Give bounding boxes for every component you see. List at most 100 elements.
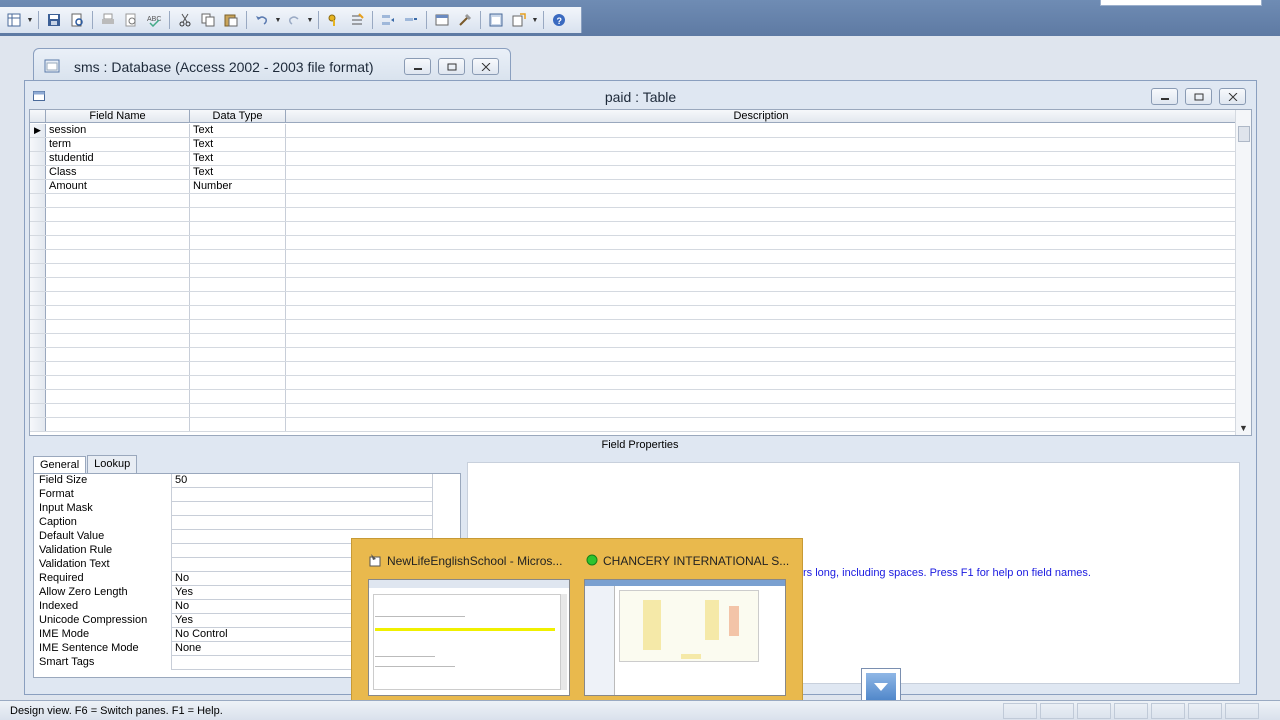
description-cell[interactable] xyxy=(286,292,1236,305)
scrollbar-thumb[interactable] xyxy=(1238,126,1250,142)
description-cell[interactable] xyxy=(286,264,1236,277)
table-row[interactable] xyxy=(30,292,1236,306)
description-cell[interactable] xyxy=(286,180,1236,193)
row-selector[interactable] xyxy=(30,278,46,291)
description-cell[interactable] xyxy=(286,334,1236,347)
save-icon[interactable] xyxy=(44,10,64,30)
field-name-cell[interactable] xyxy=(46,362,190,375)
table-row[interactable] xyxy=(30,334,1236,348)
row-selector[interactable] xyxy=(30,264,46,277)
description-cell[interactable] xyxy=(286,362,1236,375)
table-row[interactable] xyxy=(30,390,1236,404)
delete-rows-icon[interactable] xyxy=(401,10,421,30)
redo-icon[interactable] xyxy=(284,10,304,30)
table-row[interactable] xyxy=(30,278,1236,292)
field-name-cell[interactable] xyxy=(46,208,190,221)
data-type-cell[interactable]: Text xyxy=(190,138,286,151)
row-selector[interactable] xyxy=(30,376,46,389)
preview-thumbnail-chancery[interactable] xyxy=(584,579,786,696)
row-selector[interactable] xyxy=(30,404,46,417)
row-selector[interactable] xyxy=(30,166,46,179)
field-name-cell[interactable] xyxy=(46,194,190,207)
minimize-button[interactable] xyxy=(404,58,431,75)
description-cell[interactable] xyxy=(286,166,1236,179)
description-cell[interactable] xyxy=(286,152,1236,165)
properties-icon[interactable] xyxy=(432,10,452,30)
table-row[interactable] xyxy=(30,222,1236,236)
row-selector[interactable] xyxy=(30,418,46,431)
table-row[interactable]: Class Text xyxy=(30,166,1236,180)
row-selector[interactable] xyxy=(30,236,46,249)
property-value[interactable] xyxy=(171,516,433,530)
spelling-icon[interactable]: ABC xyxy=(144,10,164,30)
table-row[interactable]: Amount Number xyxy=(30,180,1236,194)
tab-lookup[interactable]: Lookup xyxy=(87,455,138,473)
table-row[interactable] xyxy=(30,264,1236,278)
field-name-cell[interactable] xyxy=(46,348,190,361)
table-restore-button[interactable] xyxy=(1185,88,1212,105)
row-selector[interactable] xyxy=(30,320,46,333)
column-header-description[interactable]: Description xyxy=(286,110,1236,122)
description-cell[interactable] xyxy=(286,376,1236,389)
table-row[interactable] xyxy=(30,236,1236,250)
field-name-cell[interactable] xyxy=(46,376,190,389)
data-type-cell[interactable] xyxy=(190,278,286,291)
table-row[interactable] xyxy=(30,376,1236,390)
row-selector[interactable] xyxy=(30,390,46,403)
print-preview-icon[interactable] xyxy=(121,10,141,30)
data-type-cell[interactable]: Number xyxy=(190,180,286,193)
field-name-cell[interactable]: Class xyxy=(46,166,190,179)
field-name-cell[interactable]: session xyxy=(46,124,190,137)
description-cell[interactable] xyxy=(286,418,1236,431)
row-selector[interactable] xyxy=(30,362,46,375)
data-type-cell[interactable] xyxy=(190,194,286,207)
row-selector[interactable] xyxy=(30,306,46,319)
search-file-icon[interactable] xyxy=(67,10,87,30)
scroll-down-icon[interactable]: ▼ xyxy=(1239,423,1248,433)
table-row[interactable] xyxy=(30,418,1236,432)
property-value[interactable]: 50 xyxy=(171,474,433,488)
column-header-field-name[interactable]: Field Name xyxy=(46,110,190,122)
property-value[interactable] xyxy=(171,502,433,516)
view-dropdown-icon[interactable]: ▼ xyxy=(27,10,34,30)
row-selector[interactable] xyxy=(30,292,46,305)
table-row[interactable]: term Text xyxy=(30,138,1236,152)
redo-dropdown-icon[interactable]: ▼ xyxy=(307,10,314,30)
data-type-cell[interactable]: Text xyxy=(190,124,286,137)
field-name-cell[interactable] xyxy=(46,334,190,347)
data-type-cell[interactable] xyxy=(190,376,286,389)
preview-thumbnail-newlife[interactable] xyxy=(368,579,570,696)
field-name-cell[interactable]: Amount xyxy=(46,180,190,193)
indexes-icon[interactable] xyxy=(347,10,367,30)
description-cell[interactable] xyxy=(286,124,1236,137)
data-type-cell[interactable] xyxy=(190,320,286,333)
description-cell[interactable] xyxy=(286,348,1236,361)
description-cell[interactable] xyxy=(286,306,1236,319)
database-window-icon[interactable] xyxy=(486,10,506,30)
table-row[interactable] xyxy=(30,362,1236,376)
data-type-cell[interactable] xyxy=(190,404,286,417)
table-row[interactable] xyxy=(30,306,1236,320)
copy-icon[interactable] xyxy=(198,10,218,30)
row-selector[interactable] xyxy=(30,180,46,193)
description-cell[interactable] xyxy=(286,390,1236,403)
description-cell[interactable] xyxy=(286,320,1236,333)
insert-rows-icon[interactable] xyxy=(378,10,398,30)
grid-vertical-scrollbar[interactable]: ▼ xyxy=(1235,110,1251,435)
row-selector[interactable] xyxy=(30,152,46,165)
table-row[interactable] xyxy=(30,320,1236,334)
field-name-cell[interactable] xyxy=(46,306,190,319)
primary-key-icon[interactable] xyxy=(324,10,344,30)
description-cell[interactable] xyxy=(286,236,1236,249)
field-name-cell[interactable] xyxy=(46,292,190,305)
description-cell[interactable] xyxy=(286,208,1236,221)
table-row[interactable]: ▶ session Text xyxy=(30,124,1236,138)
preview-item-chancery[interactable]: CHANCERY INTERNATIONAL S... xyxy=(584,553,792,696)
row-selector[interactable]: ▶ xyxy=(30,124,46,137)
type-question-box[interactable] xyxy=(1100,0,1262,6)
data-type-cell[interactable] xyxy=(190,306,286,319)
column-header-data-type[interactable]: Data Type xyxy=(190,110,286,122)
field-name-cell[interactable] xyxy=(46,264,190,277)
table-close-button[interactable] xyxy=(1219,88,1246,105)
row-selector[interactable] xyxy=(30,334,46,347)
